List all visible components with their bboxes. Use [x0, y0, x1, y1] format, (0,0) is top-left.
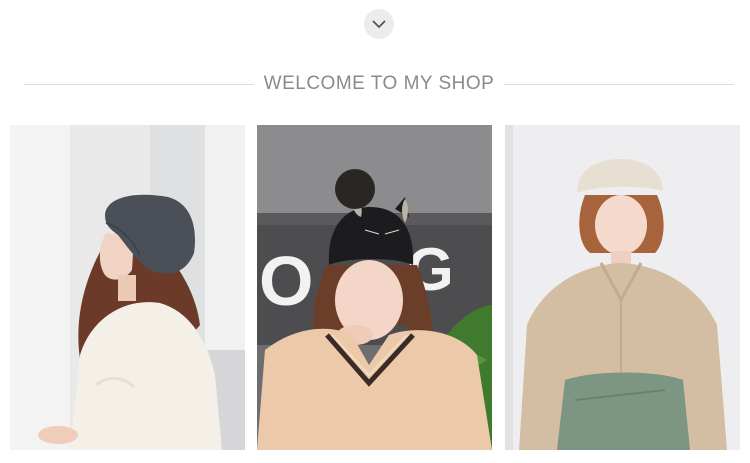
- chevron-down-icon: [372, 20, 386, 28]
- svg-text:O: O: [259, 242, 313, 320]
- header-divider-right: [504, 83, 734, 85]
- shop-welcome-header: WELCOME TO MY SHOP: [24, 70, 734, 98]
- product-image-grey-beanie[interactable]: [10, 125, 245, 450]
- product-image-beige-beanie[interactable]: [505, 125, 740, 450]
- scroll-down-button[interactable]: [364, 9, 394, 39]
- shop-welcome-title: WELCOME TO MY SHOP: [263, 73, 495, 94]
- header-divider-left: [24, 83, 254, 85]
- product-image-cat-ear-beanie[interactable]: O G: [257, 125, 492, 450]
